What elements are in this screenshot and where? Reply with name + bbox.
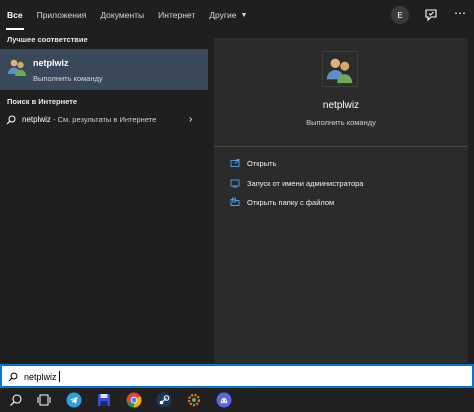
- discord-icon[interactable]: [216, 392, 232, 408]
- search-box[interactable]: [0, 364, 474, 388]
- steam-icon[interactable]: [156, 392, 172, 408]
- divider: [214, 146, 468, 147]
- feedback-icon[interactable]: [423, 7, 439, 23]
- chevron-right-icon[interactable]: ›: [189, 114, 192, 125]
- users-icon: [6, 56, 28, 78]
- more-options-icon[interactable]: ⋯: [452, 7, 468, 23]
- users-icon: [322, 51, 358, 87]
- text-cursor: [59, 371, 60, 382]
- avatar-letter: E: [397, 10, 403, 20]
- tab-documents[interactable]: Документы: [93, 0, 151, 30]
- tab-label: Интернет: [158, 10, 196, 20]
- web-query-suffix: - См. результаты в Интернете: [50, 115, 157, 124]
- tab-label: Документы: [100, 10, 145, 20]
- account-avatar[interactable]: E: [391, 6, 409, 24]
- tab-all[interactable]: Все: [0, 0, 30, 30]
- tab-web[interactable]: Интернет: [151, 0, 202, 30]
- tab-apps[interactable]: Приложения: [30, 0, 94, 30]
- run-as-admin-action[interactable]: Запуск от имени администратора: [230, 176, 363, 190]
- shield-icon: [230, 179, 240, 188]
- open-icon: [230, 159, 240, 167]
- search-icon: [8, 372, 18, 382]
- telegram-icon[interactable]: [66, 392, 82, 408]
- best-match-subtitle: Выполнить команду: [33, 74, 103, 83]
- results-pane: Лучшее соответствие netplwiz Выполнить к…: [0, 30, 208, 363]
- best-match-title: netplwiz: [33, 58, 69, 68]
- gear-app-icon[interactable]: [186, 392, 202, 408]
- action-label: Открыть папку с файлом: [247, 197, 335, 207]
- best-match-heading: Лучшее соответствие: [7, 35, 88, 44]
- chevron-down-icon: ▼: [240, 11, 248, 19]
- web-search-result[interactable]: netplwiz - См. результаты в Интернете ›: [0, 110, 208, 130]
- web-search-heading: Поиск в Интернете: [7, 97, 78, 106]
- search-icon: [6, 115, 16, 125]
- preview-pane: netplwiz Выполнить команду Открыть Запус…: [214, 38, 468, 363]
- preview-title: netplwiz: [322, 100, 360, 111]
- tab-label: Приложения: [36, 10, 87, 20]
- save-app-icon[interactable]: [96, 392, 112, 408]
- task-view-icon[interactable]: [36, 392, 52, 408]
- tab-more[interactable]: Другие ▼: [202, 0, 254, 30]
- folder-icon: [230, 197, 240, 206]
- tab-label: Все: [7, 10, 23, 20]
- best-match-result[interactable]: netplwiz Выполнить команду: [0, 49, 208, 90]
- action-label: Открыть: [247, 158, 277, 168]
- action-label: Запуск от имени администратора: [247, 178, 364, 188]
- chrome-icon[interactable]: [126, 392, 142, 408]
- search-icon[interactable]: [8, 392, 24, 408]
- taskbar: [0, 388, 474, 412]
- preview-subtitle: Выполнить команду: [306, 118, 376, 127]
- web-query: netplwiz: [22, 115, 51, 124]
- search-input[interactable]: [24, 369, 324, 384]
- tab-label: Другие: [209, 10, 237, 20]
- open-file-location-action[interactable]: Открыть папку с файлом: [230, 195, 334, 209]
- open-action[interactable]: Открыть: [230, 156, 276, 170]
